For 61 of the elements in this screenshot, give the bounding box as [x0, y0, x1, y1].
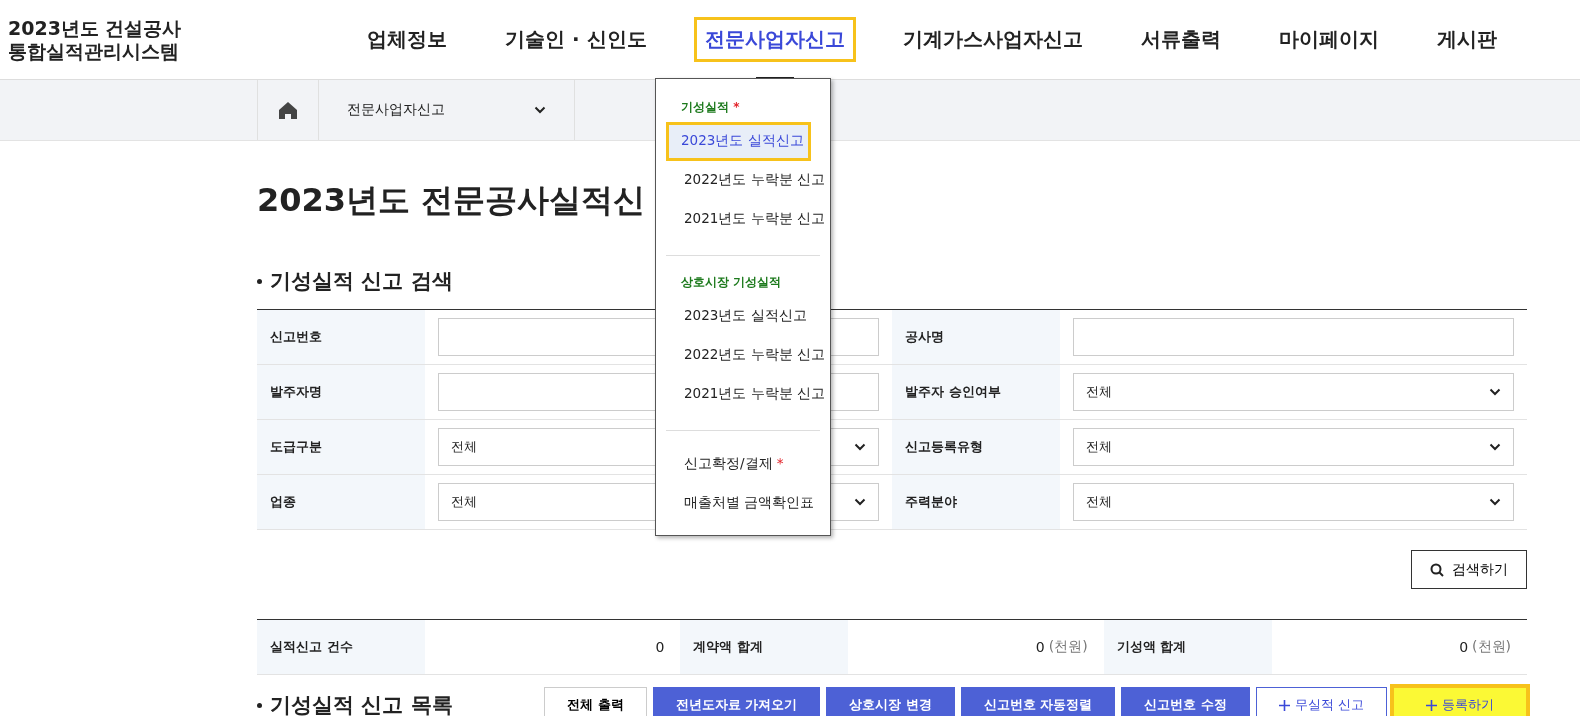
unit-text: (천원) — [1048, 638, 1088, 656]
action-button[interactable]: 등록하기 — [1393, 687, 1527, 716]
field-label: 도급구분 — [257, 420, 425, 474]
section-title: 기성실적 신고 검색 — [270, 268, 453, 295]
section-title: 기성실적 신고 목록 — [270, 692, 453, 716]
nav-tab[interactable]: 기계가스사업자신고 — [891, 17, 1094, 62]
plus-icon — [1426, 699, 1437, 711]
summary-value: 0 — [1035, 639, 1045, 655]
logo-text: 2023년도 건설공사 — [8, 16, 183, 40]
action-button[interactable]: 신고번호 수정 — [1121, 687, 1250, 716]
field-label: 신고등록유형 — [892, 420, 1060, 474]
chevron-down-icon — [1489, 388, 1501, 396]
action-button[interactable]: 전년도자료 가져오기 — [652, 687, 821, 716]
summary-label: 기성액 합계 — [1103, 620, 1272, 674]
menu-item[interactable]: 2021년도 누락분 신고 — [656, 375, 824, 414]
select-field[interactable]: 전체 — [1073, 483, 1514, 521]
search-icon — [1430, 562, 1444, 577]
plus-icon — [1278, 699, 1290, 711]
menu-item[interactable]: 매출처별 금액확인표 — [656, 484, 824, 523]
home-icon[interactable] — [279, 101, 297, 119]
menu-item[interactable]: 2023년도 실적신고 — [666, 122, 811, 161]
summary-value: 0 — [1459, 639, 1469, 655]
nav-tab[interactable]: 업체정보 — [356, 17, 458, 62]
unit-text: (천원) — [1472, 638, 1511, 656]
field-label: 신고번호 — [257, 310, 425, 364]
action-button[interactable]: 상호시장 변경 — [826, 687, 955, 716]
chevron-down-icon — [1489, 498, 1501, 506]
page-title: 2023년도 전문공사실적신 — [257, 180, 646, 221]
select-field[interactable]: 전체 — [1073, 428, 1514, 466]
search-button[interactable]: 검색하기 — [1411, 550, 1527, 589]
action-button[interactable]: 전체 출력 — [544, 687, 647, 716]
field-label: 업종 — [257, 475, 425, 529]
action-button[interactable]: 신고번호 자동정렬 — [960, 687, 1116, 716]
logo-text: 통합실적관리시스템 — [8, 39, 180, 63]
field-label: 발주자 승인여부 — [892, 365, 1060, 419]
field-label: 발주자명 — [257, 365, 425, 419]
chevron-down-icon — [534, 106, 546, 114]
action-button[interactable]: 무실적 신고 — [1255, 687, 1387, 716]
summary-label: 실적신고 건수 — [257, 620, 425, 674]
nav-tab[interactable]: 마이페이지 — [1267, 17, 1390, 62]
breadcrumb-select[interactable]: 전문사업자신고 — [319, 80, 575, 140]
field-label: 공사명 — [892, 310, 1060, 364]
menu-item[interactable]: 2022년도 누락분 신고 — [656, 336, 824, 375]
menu-item[interactable]: 2021년도 누락분 신고 — [656, 200, 824, 239]
chevron-down-icon — [1489, 443, 1501, 451]
menu-item[interactable]: 2023년도 실적신고 — [656, 297, 824, 336]
nav-tab[interactable]: 전문사업자신고 — [693, 17, 856, 62]
input-field[interactable] — [1073, 318, 1514, 356]
nav-tab[interactable]: 게시판 — [1425, 17, 1508, 62]
chevron-down-icon — [854, 443, 866, 451]
select-field[interactable]: 전체 — [1073, 373, 1514, 411]
summary-value: 0 — [655, 639, 665, 655]
chevron-down-icon — [854, 498, 866, 506]
menu-heading: 기성실적 * — [680, 99, 741, 116]
summary-label: 계약액 합계 — [680, 620, 849, 674]
field-label: 주력분야 — [892, 475, 1060, 529]
menu-heading: 상호시장 기성실적 — [680, 274, 783, 291]
nav-tab[interactable]: 서류출력 — [1129, 17, 1232, 62]
nav-tab[interactable]: 기술인 · 신인도 — [494, 17, 658, 62]
menu-item[interactable]: 2022년도 누락분 신고 — [656, 161, 824, 200]
menu-item[interactable]: 신고확정/결제 * — [656, 445, 824, 484]
